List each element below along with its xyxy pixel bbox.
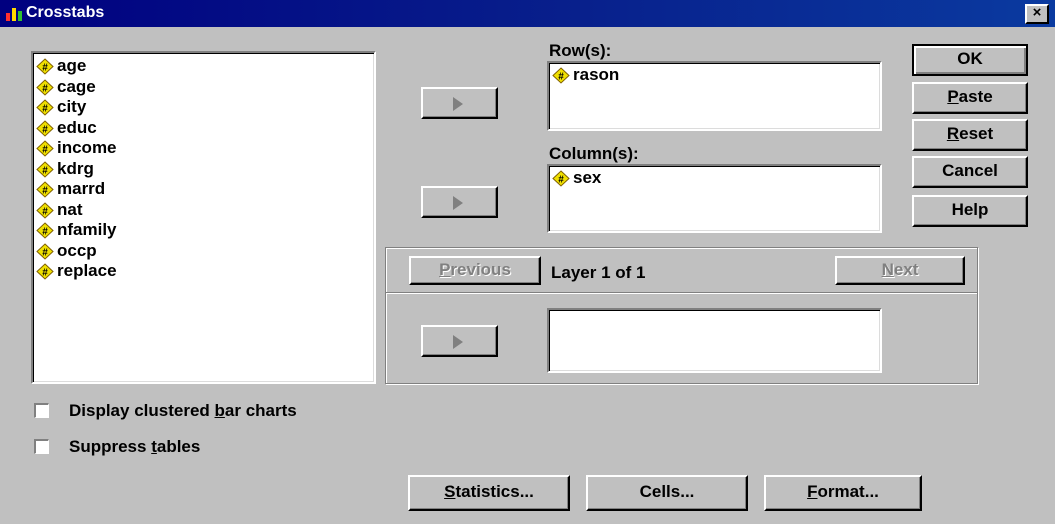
svg-text:#: # [42, 83, 48, 94]
reset-button[interactable]: Reset [912, 119, 1028, 151]
close-button[interactable]: × [1025, 4, 1049, 24]
numeric-variable-icon: # [36, 201, 54, 219]
variable-item[interactable]: # city [33, 97, 374, 118]
numeric-variable-icon: # [36, 99, 54, 116]
variable-item[interactable]: # marrd [33, 179, 374, 200]
variable-item[interactable]: # nfamily [33, 220, 374, 241]
columns-list[interactable]: # sex [547, 164, 882, 233]
variable-item[interactable]: # occp [33, 241, 374, 262]
numeric-variable-icon: # [36, 222, 54, 239]
variable-label: age [57, 56, 87, 75]
right-arrow-icon [453, 97, 463, 111]
cancel-button[interactable]: Cancel [912, 156, 1028, 188]
svg-text:#: # [42, 104, 48, 115]
svg-text:#: # [42, 227, 48, 238]
variable-item[interactable]: # educ [33, 118, 374, 139]
numeric-variable-icon: # [552, 67, 570, 84]
title-bar[interactable]: Crosstabs × [0, 0, 1055, 27]
svg-text:#: # [558, 72, 564, 83]
statistics-button[interactable]: Statistics... [408, 475, 570, 511]
rows-items: # rason [549, 65, 880, 86]
variable-items: # age # cage # city # educ # income # kdrg # marrd # na… [33, 56, 374, 282]
right-arrow-icon [453, 196, 463, 210]
ok-button[interactable]: OK [912, 44, 1028, 76]
variable-label: city [57, 97, 87, 116]
variable-label: kdrg [57, 158, 94, 178]
svg-text:#: # [42, 145, 48, 156]
variable-label: nat [57, 199, 83, 219]
svg-text:#: # [42, 186, 48, 197]
svg-text:#: # [42, 206, 48, 217]
variable-item[interactable]: # income [33, 138, 374, 159]
variable-label: rason [573, 65, 620, 84]
variable-label: income [57, 138, 117, 157]
svg-text:#: # [42, 268, 48, 279]
numeric-variable-icon: # [36, 263, 54, 280]
numeric-variable-icon: # [36, 242, 54, 260]
layer-indicator: Layer 1 of 1 [551, 263, 646, 282]
variable-label: replace [57, 261, 117, 280]
variable-label: educ [57, 117, 97, 137]
svg-text:#: # [42, 247, 48, 258]
rows-label: Row(s): [549, 41, 612, 60]
move-to-columns-button[interactable] [421, 186, 498, 218]
right-arrow-icon [453, 335, 463, 349]
numeric-variable-icon: # [36, 160, 54, 178]
previous-layer-button[interactable]: Previous [409, 256, 541, 285]
rows-list[interactable]: # rason [547, 61, 882, 131]
layer-list[interactable] [547, 308, 882, 373]
clustered-bar-charts-checkbox[interactable] [34, 403, 49, 418]
columns-label: Column(s): [549, 144, 639, 163]
numeric-variable-icon: # [552, 170, 570, 187]
move-to-rows-button[interactable] [421, 87, 498, 119]
svg-text:#: # [42, 124, 48, 135]
variable-item[interactable]: # sex [549, 168, 880, 189]
format-button[interactable]: Format... [764, 475, 922, 511]
suppress-tables-checkbox[interactable] [34, 439, 49, 454]
clustered-bar-charts-label: Display clustered bar charts [69, 401, 297, 420]
variable-item[interactable]: # cage [33, 77, 374, 98]
svg-text:#: # [558, 175, 564, 186]
numeric-variable-icon: # [36, 58, 54, 75]
spss-app-icon [6, 8, 22, 21]
numeric-variable-icon: # [36, 140, 54, 157]
variable-item[interactable]: # kdrg [33, 159, 374, 180]
help-button[interactable]: Help [912, 195, 1028, 227]
variable-label: nfamily [57, 220, 117, 239]
svg-text:#: # [42, 165, 48, 176]
variable-item[interactable]: # rason [549, 65, 880, 86]
variable-label: marrd [57, 179, 106, 198]
window-title: Crosstabs [26, 4, 105, 21]
next-layer-button[interactable]: Next [835, 256, 965, 285]
close-icon: × [1032, 4, 1042, 21]
svg-text:#: # [42, 63, 48, 74]
layer-divider [386, 292, 977, 294]
paste-button[interactable]: Paste [912, 82, 1028, 114]
cells-button[interactable]: Cells... [586, 475, 748, 511]
move-to-layer-button[interactable] [421, 325, 498, 357]
suppress-tables-label: Suppress tables [69, 437, 201, 456]
variable-item[interactable]: # nat [33, 200, 374, 221]
numeric-variable-icon: # [36, 119, 54, 137]
columns-items: # sex [549, 168, 880, 189]
numeric-variable-icon: # [36, 181, 54, 198]
variable-label: occp [57, 240, 97, 260]
variable-item[interactable]: # age [33, 56, 374, 77]
numeric-variable-icon: # [36, 78, 54, 96]
variable-label: cage [57, 76, 96, 96]
source-variable-list[interactable]: # age # cage # city # educ # income # kdrg # marrd # na… [31, 51, 376, 384]
variable-label: sex [573, 168, 602, 187]
variable-item[interactable]: # replace [33, 261, 374, 282]
